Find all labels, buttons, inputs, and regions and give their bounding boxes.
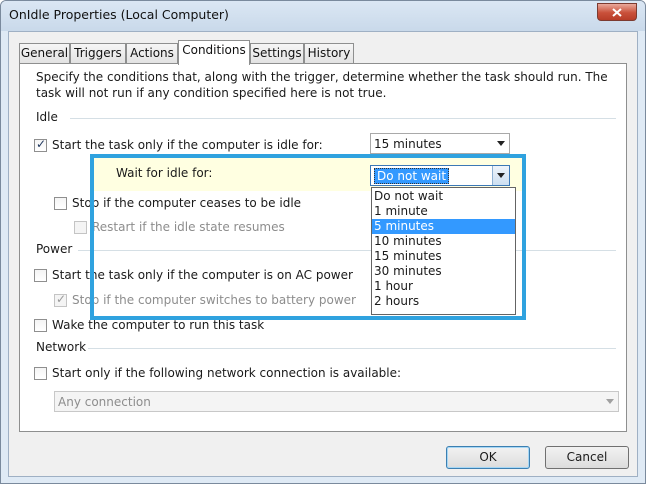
tab-settings[interactable]: Settings [250,43,304,63]
wake-label: Wake the computer to run this task [52,318,265,332]
wait-idle-dropdown-button[interactable] [492,166,509,185]
dropdown-option[interactable]: 15 minutes [372,249,515,264]
conditions-panel: Specify the conditions that, along with … [19,63,627,432]
dropdown-option[interactable]: 30 minutes [372,264,515,279]
chevron-down-icon [497,141,505,146]
close-icon [612,7,622,17]
idle-divider [70,118,616,119]
properties-dialog: OnIdle Properties (Local Computer) Gener… [0,0,646,484]
network-only-checkbox[interactable] [34,367,47,380]
dropdown-option[interactable]: 10 minutes [372,234,515,249]
network-only-label: Start only if the following network conn… [52,366,402,380]
wait-idle-value: Do not wait [374,168,450,184]
network-divider [88,348,616,349]
network-connection-combo[interactable]: Any connection [54,391,619,412]
chevron-down-icon [497,173,505,178]
network-connection-value: Any connection [58,395,151,409]
window-title: OnIdle Properties (Local Computer) [9,7,229,22]
battery-stop-checkbox[interactable] [54,292,67,307]
ac-power-checkbox[interactable] [34,269,47,282]
chevron-down-icon [606,399,614,404]
title-bar[interactable]: OnIdle Properties (Local Computer) [1,1,645,31]
idle-section-label: Idle [36,110,58,124]
restart-if-resumes-checkbox[interactable] [74,221,87,234]
wait-idle-dropdown-list: Do not wait 1 minute 5 minutes 10 minute… [371,187,516,315]
close-button[interactable] [597,3,637,21]
tab-triggers[interactable]: Triggers [70,43,126,63]
tab-history[interactable]: History [304,43,354,63]
network-section-label: Network [36,340,87,354]
wait-idle-combo[interactable]: Do not wait [370,165,510,186]
wake-checkbox[interactable] [34,319,47,332]
cancel-button[interactable]: Cancel [545,446,629,469]
start-only-idle-label: Start the task only if the computer is i… [52,138,323,152]
dropdown-option[interactable]: 2 hours [372,294,515,309]
ok-button[interactable]: OK [446,446,530,469]
dropdown-option[interactable]: Do not wait [372,189,515,204]
power-section-label: Power [36,242,73,256]
tab-actions[interactable]: Actions [126,43,178,63]
stop-if-ceases-checkbox[interactable] [54,197,67,210]
dropdown-option[interactable]: 1 minute [372,204,515,219]
tab-general[interactable]: General [19,43,70,63]
dropdown-option[interactable]: 1 hour [372,279,515,294]
conditions-description: Specify the conditions that, along with … [36,70,608,100]
idle-duration-combo[interactable]: 15 minutes [370,133,510,154]
wait-idle-label: Wait for idle for: [116,166,213,180]
dialog-body: General Triggers Actions Conditions Sett… [8,31,638,477]
tab-conditions[interactable]: Conditions [178,40,250,65]
idle-duration-value: 15 minutes [374,137,442,151]
dropdown-option-selected[interactable]: 5 minutes [372,219,515,234]
start-only-idle-checkbox[interactable] [34,137,47,152]
